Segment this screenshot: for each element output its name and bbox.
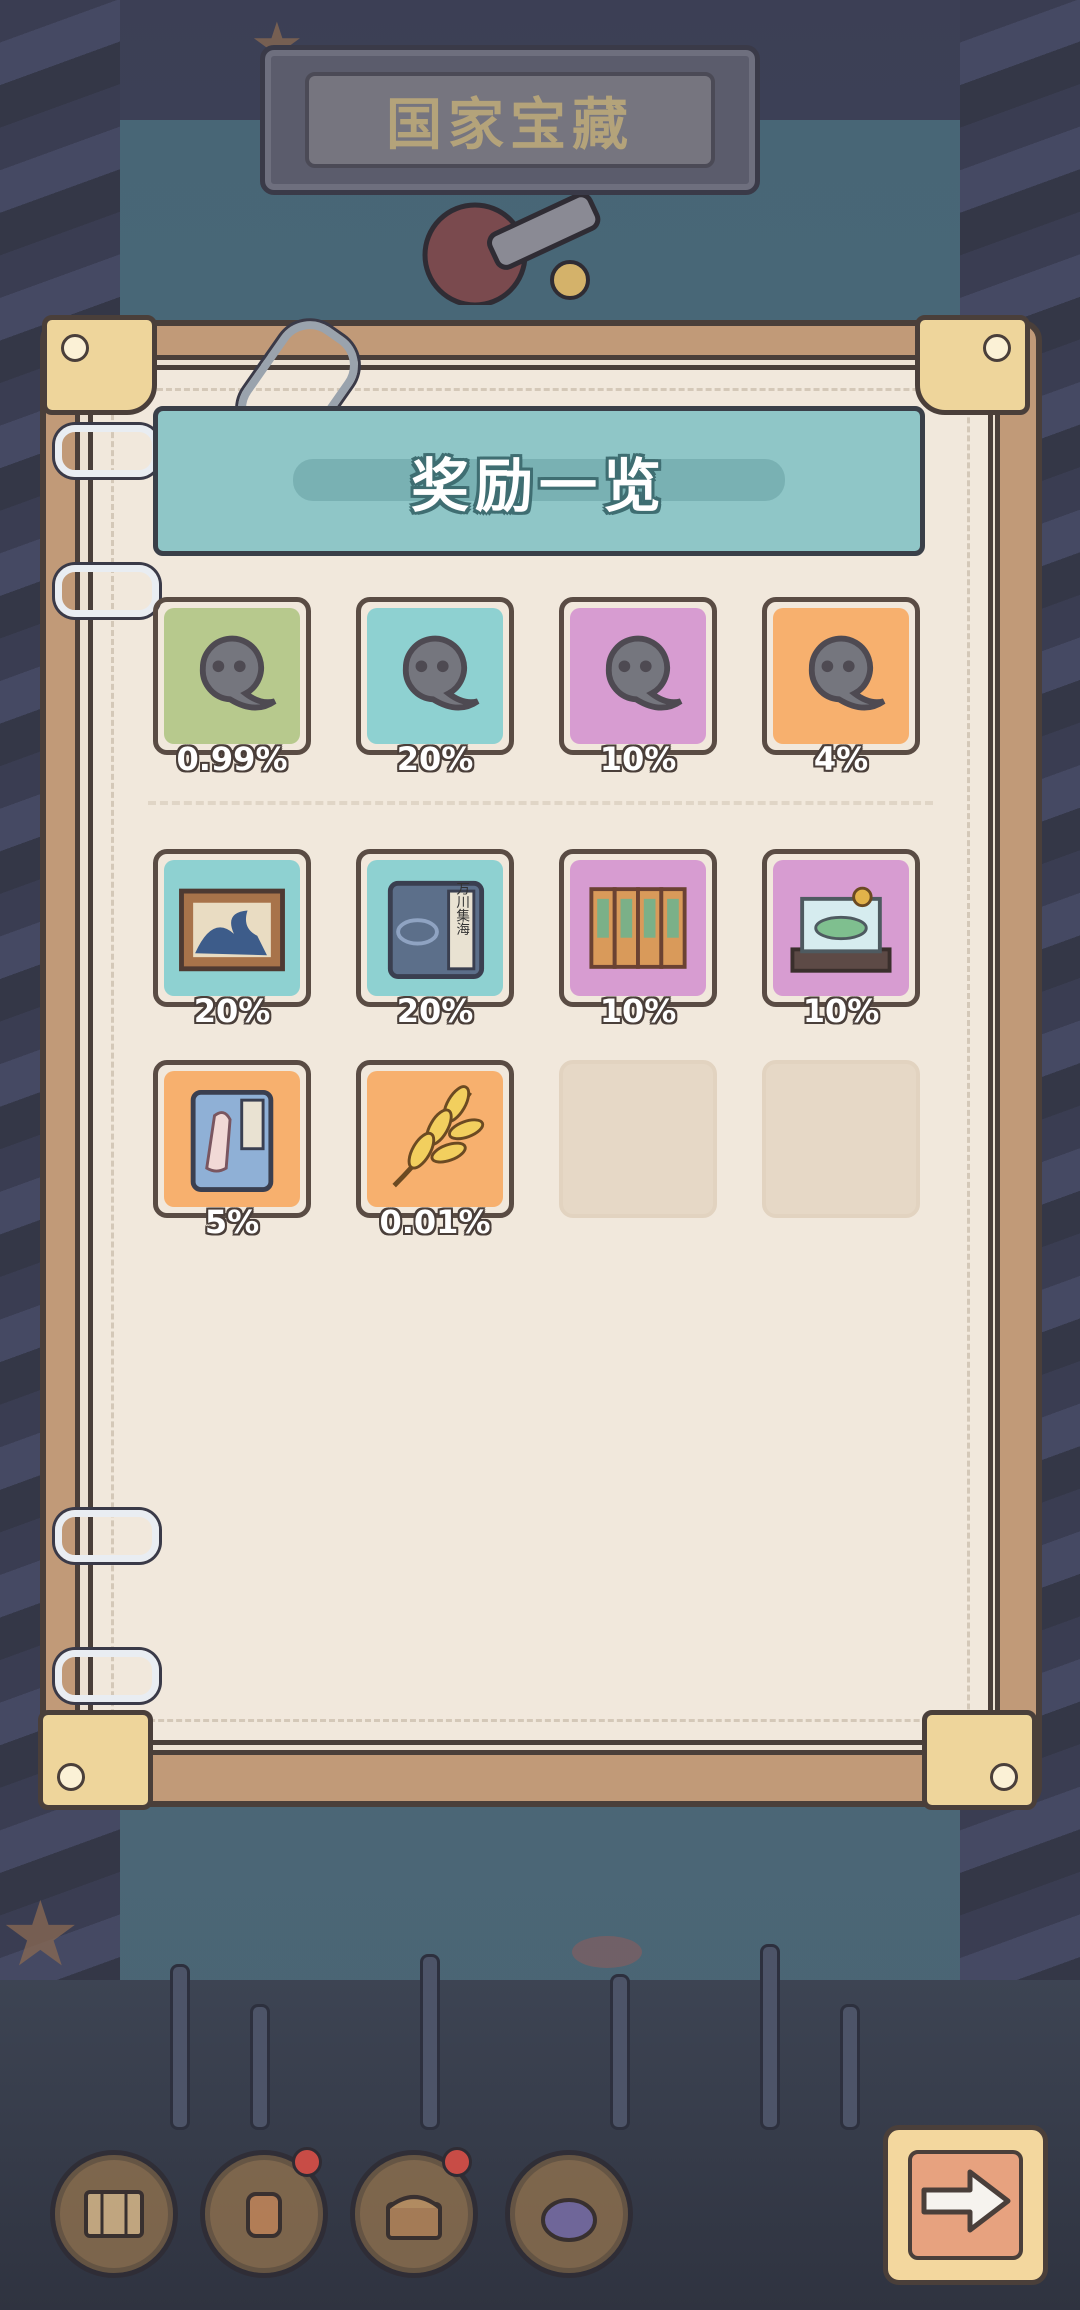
reward-tile[interactable]: 0.99% [153,597,311,778]
reward-tile[interactable]: 4% [762,597,920,778]
drop-rate-label: 20% [396,992,474,1030]
treasure-chest-icon [386,2195,442,2240]
screen-title-plaque: 国家宝藏 [260,45,760,195]
empty-reward-slot [762,1060,920,1218]
drop-rate-label: 20% [193,992,271,1030]
mystery-tadpole-icon [199,635,277,711]
drop-rate-label: 10% [802,992,880,1030]
binder-ring [55,565,159,617]
golden-wheat-leaf-icon [392,1085,485,1188]
reward-tile[interactable]: 20% [356,597,514,778]
panel-title: 奖励一览 [410,452,667,520]
reward-tile[interactable]: 万川集海 20% [356,849,514,1030]
drop-rate-label: 10% [599,740,677,778]
mystery-tadpole-icon [402,635,480,711]
drop-rate-label: 10% [599,992,677,1030]
notification-badge [292,2147,322,2177]
portrait-scroll-icon [190,1089,274,1192]
binder-ring [55,1510,159,1562]
corner-bracket [42,315,157,415]
folding-screen-icon [589,887,687,969]
empty-reward-slot [559,1060,717,1218]
coral [760,1944,780,2130]
binder-ring [55,1650,159,1702]
drop-rate-label: 0.01% [379,1203,491,1241]
framed-wave-painting-icon [179,888,285,972]
notification-badge [442,2147,472,2177]
jade-display-case-icon [790,886,892,973]
svg-text:万川集海: 万川集海 [453,881,470,936]
reward-tile[interactable]: 5% [153,1060,311,1241]
telescope-icon [422,195,601,305]
mystery-tadpole-icon [605,635,683,711]
map-icon [84,2190,144,2238]
coral [840,2004,860,2130]
drop-rate-label: 0.99% [176,740,288,778]
drop-rate-label: 4% [813,740,869,778]
reward-tile[interactable]: 0.01% [356,1060,514,1241]
lantern-icon [246,2192,282,2238]
corner-bracket [915,315,1030,415]
mystery-tadpole-icon [808,635,886,711]
reward-tile[interactable]: 20% [153,849,311,1030]
starfish-icon: ★ [0,1882,81,1987]
screen-title: 国家宝藏 [386,92,634,158]
drop-rate-label: 5% [204,1203,260,1241]
reward-tile[interactable]: 10% [559,597,717,778]
pot-button[interactable] [505,2150,633,2278]
reward-page [88,365,993,1745]
pot-icon [541,2198,597,2242]
coral [250,2004,270,2130]
reward-tile[interactable]: 10% [762,849,920,1030]
drop-rate-label: 20% [396,740,474,778]
next-button[interactable] [883,2125,1048,2285]
coral [170,1964,190,2130]
old-book-icon: 万川集海 [387,880,485,979]
fish [572,1936,642,1968]
map-button[interactable] [50,2150,178,2278]
reward-tile[interactable]: 10% [559,849,717,1030]
corner-bracket [922,1710,1037,1810]
section-divider [148,801,933,805]
binder-ring [55,425,159,477]
corner-bracket [38,1710,153,1810]
arrow-right-icon [921,2169,1011,2233]
coral [420,1954,440,2130]
panel-header: 奖励一览 [153,406,925,556]
coral [610,1974,630,2130]
